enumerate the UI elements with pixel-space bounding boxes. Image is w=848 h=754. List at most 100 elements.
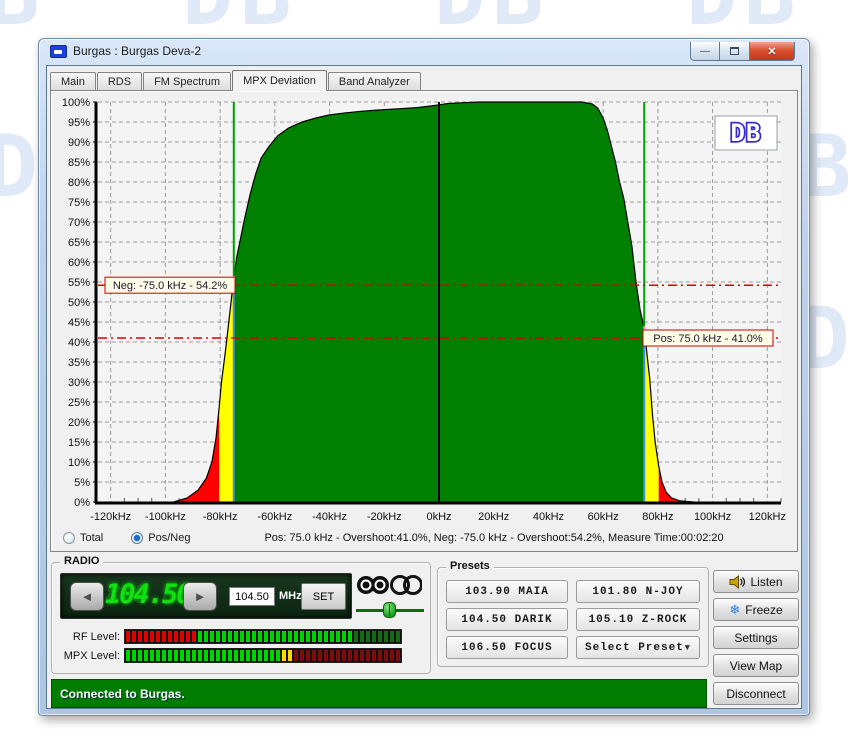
y-tick-label: 20% <box>68 417 90 429</box>
meter-segment <box>270 631 274 642</box>
meter-segment <box>192 631 196 642</box>
y-tick-label: 70% <box>68 217 90 229</box>
meter-segment <box>234 631 238 642</box>
y-tick-label: 90% <box>68 137 90 149</box>
freeze-button[interactable]: ❄ Freeze <box>713 598 799 621</box>
close-button[interactable]: ✕ <box>750 42 795 61</box>
meter-segment <box>324 631 328 642</box>
meter-segment <box>246 650 250 661</box>
title-bar[interactable]: Burgas : Burgas Deva-2 — ✕ <box>39 39 809 65</box>
disconnect-label: Disconnect <box>726 687 785 701</box>
tab-main[interactable]: Main <box>50 72 96 91</box>
meter-segment <box>354 650 358 661</box>
meter-segment <box>276 631 280 642</box>
y-tick-label: 85% <box>68 157 90 169</box>
total-radio-option[interactable]: Total <box>63 532 103 544</box>
meter-segment <box>372 650 376 661</box>
view-map-button[interactable]: View Map <box>713 654 799 677</box>
posneg-radio-icon[interactable] <box>131 532 143 544</box>
meter-segment <box>396 631 400 642</box>
meter-segment <box>348 650 352 661</box>
listen-label: Listen <box>750 575 782 589</box>
x-tick-label: 20kHz <box>478 511 509 523</box>
frequency-input[interactable] <box>229 587 275 606</box>
meter-segment <box>318 631 322 642</box>
preset-button-focus[interactable]: 106.50 FOCUS <box>446 636 568 659</box>
tab-mpx-deviation[interactable]: MPX Deviation <box>232 70 327 91</box>
meter-segment <box>150 631 154 642</box>
connection-status-text: Connected to Burgas. <box>60 687 185 701</box>
meter-segment <box>192 650 196 661</box>
x-tick-label: 120kHz <box>749 511 786 523</box>
settings-button[interactable]: Settings <box>713 626 799 649</box>
meter-segment <box>336 631 340 642</box>
freeze-label: Freeze <box>745 603 782 617</box>
meter-segment <box>366 650 370 661</box>
frequency-unit-label: MHz <box>279 590 302 602</box>
minimize-button[interactable]: — <box>690 42 720 61</box>
y-tick-label: 5% <box>74 477 90 489</box>
meter-segment <box>132 631 136 642</box>
total-radio-icon[interactable] <box>63 532 75 544</box>
mpx-deviation-chart: 0%5%10%15%20%25%30%35%40%45%50%55%60%65%… <box>55 94 795 526</box>
meter-segment <box>174 631 178 642</box>
frequency-up-button[interactable]: ► <box>183 582 217 611</box>
meter-segment <box>204 631 208 642</box>
measurement-status-line: Pos: 75.0 kHz - Overshoot:41.0%, Neg: -7… <box>264 532 723 544</box>
chevron-down-icon: ▼ <box>685 643 691 653</box>
x-tick-label: 100kHz <box>694 511 731 523</box>
listen-button[interactable]: Listen <box>713 570 799 593</box>
posneg-radio-option[interactable]: Pos/Neg <box>131 532 190 544</box>
meter-segment <box>270 650 274 661</box>
meter-segment <box>126 650 130 661</box>
y-tick-label: 40% <box>68 337 90 349</box>
maximize-button[interactable] <box>720 42 750 61</box>
meter-segment <box>222 650 226 661</box>
app-window: Burgas : Burgas Deva-2 — ✕ Main RDS FM S… <box>38 38 810 716</box>
x-tick-label: 60kHz <box>588 511 619 523</box>
meter-segment <box>144 631 148 642</box>
meter-segment <box>378 631 382 642</box>
meter-segment <box>378 650 382 661</box>
set-frequency-button[interactable]: SET <box>301 583 346 610</box>
maximize-icon <box>730 47 739 55</box>
presets-group-label: Presets <box>446 560 494 572</box>
preset-button-zrock[interactable]: 105.10 Z-ROCK <box>576 608 700 631</box>
meter-segment <box>264 631 268 642</box>
mpx-level-meter <box>124 648 402 663</box>
meter-segment <box>306 650 310 661</box>
meter-segment <box>312 631 316 642</box>
meter-segment <box>228 631 232 642</box>
x-tick-label: 80kHz <box>642 511 673 523</box>
preset-button-maia[interactable]: 103.90 MAIA <box>446 580 568 603</box>
meter-segment <box>198 650 202 661</box>
meter-segment <box>168 650 172 661</box>
radio-group-box: RADIO ◄ 888.88 104.50 ► MHz SET <box>51 562 431 674</box>
meter-segment <box>198 631 202 642</box>
y-tick-label: 55% <box>68 277 90 289</box>
volume-slider-knob[interactable] <box>383 602 396 618</box>
tab-fm-spectrum[interactable]: FM Spectrum <box>143 72 231 91</box>
tab-band-analyzer[interactable]: Band Analyzer <box>328 72 421 91</box>
meter-segment <box>330 631 334 642</box>
frequency-down-button[interactable]: ◄ <box>70 582 104 611</box>
preset-select-dropdown[interactable]: Select Preset ▼ <box>576 636 700 659</box>
meter-segment <box>144 650 148 661</box>
meter-segment <box>258 631 262 642</box>
meter-segment <box>300 631 304 642</box>
meter-segment <box>360 631 364 642</box>
tab-rds[interactable]: RDS <box>97 72 142 91</box>
disconnect-button[interactable]: Disconnect <box>713 682 799 705</box>
preset-button-njoy[interactable]: 101.80 N-JOY <box>576 580 700 603</box>
meter-segment <box>366 631 370 642</box>
preset-button-darik[interactable]: 104.50 DARIK <box>446 608 568 631</box>
stereo-indicator-area <box>356 573 426 619</box>
meter-segment <box>132 650 136 661</box>
y-tick-label: 30% <box>68 377 90 389</box>
stereo-icon <box>357 576 389 594</box>
view-options-row: Total Pos/Neg Pos: 75.0 kHz - Overshoot:… <box>63 529 724 547</box>
overshoot-label: Pos: 75.0 kHz - 41.0% <box>653 333 763 345</box>
meter-segment <box>294 631 298 642</box>
settings-label: Settings <box>734 631 777 645</box>
meter-segment <box>180 650 184 661</box>
